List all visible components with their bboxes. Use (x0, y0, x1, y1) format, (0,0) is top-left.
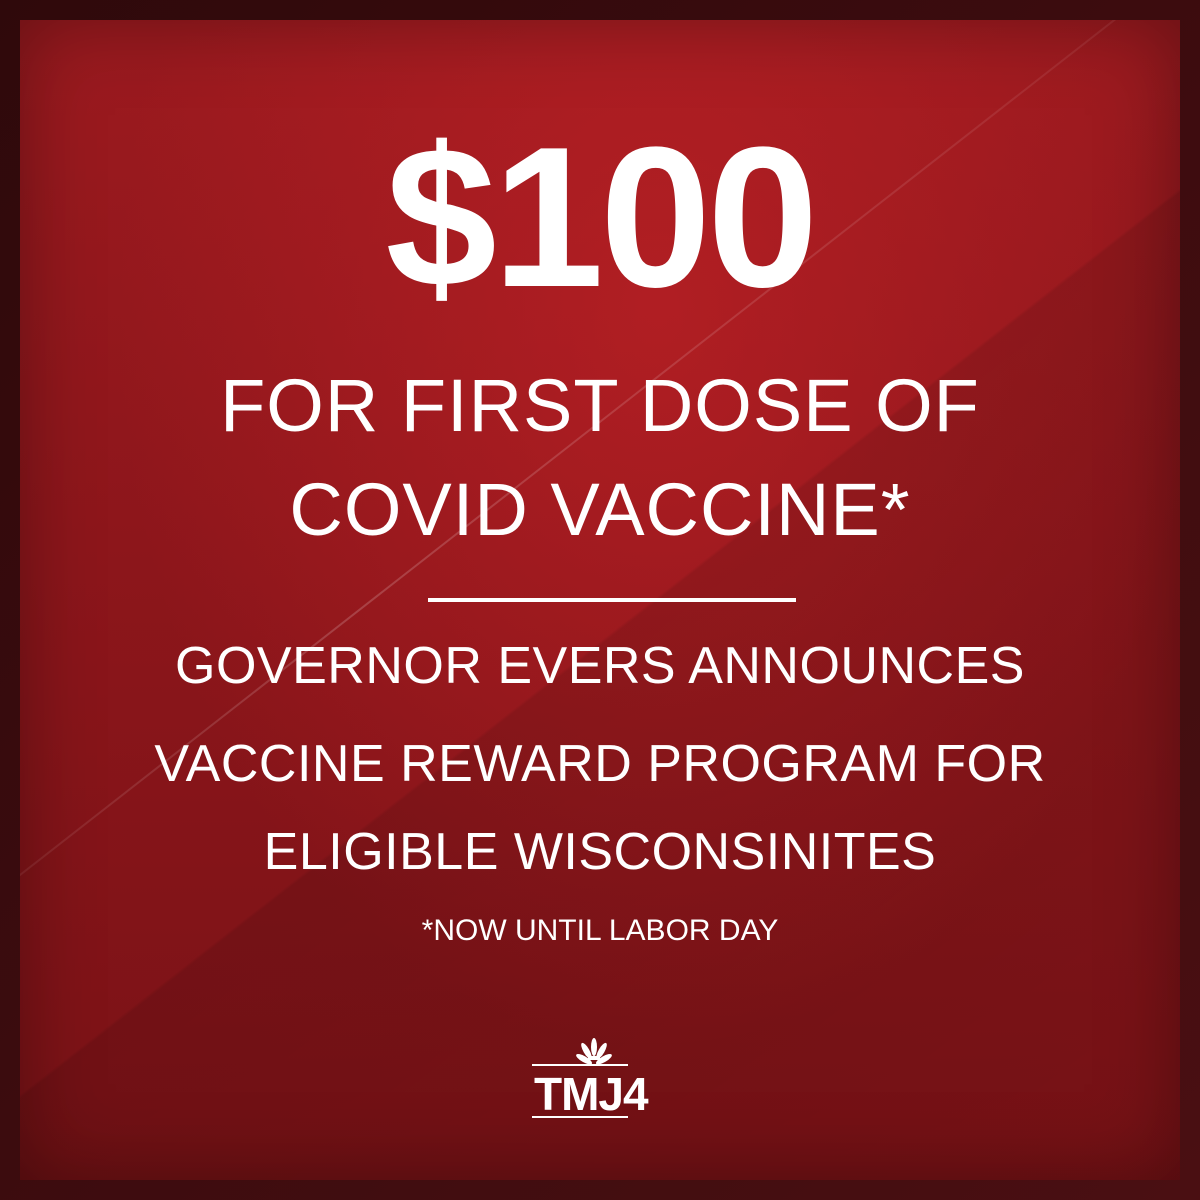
footnote: *NOW UNTIL LABOR DAY (421, 914, 779, 947)
text-content: $100 FOR FIRST DOSE OF COVID VACCINE* GO… (0, 0, 1200, 1200)
body-line-2: VACCINE REWARD PROGRAM FOR (154, 735, 1046, 793)
vaccine-reward-graphic: $100 FOR FIRST DOSE OF COVID VACCINE* GO… (0, 0, 1200, 1200)
logo-text: TMJ4 (534, 1068, 649, 1120)
headline-line-1: FOR FIRST DOSE OF (220, 364, 980, 447)
body-line-1: GOVERNOR EVERS ANNOUNCES (175, 637, 1025, 695)
peacock-icon (576, 1038, 612, 1065)
divider-line (428, 598, 796, 602)
headline-amount: $100 (385, 106, 819, 329)
logo-top-rule (532, 1064, 628, 1066)
body-line-3: ELIGIBLE WISCONSINITES (263, 823, 937, 881)
tmj4-logo: TMJ4 (532, 1038, 650, 1120)
headline-line-2: COVID VACCINE* (289, 468, 911, 551)
